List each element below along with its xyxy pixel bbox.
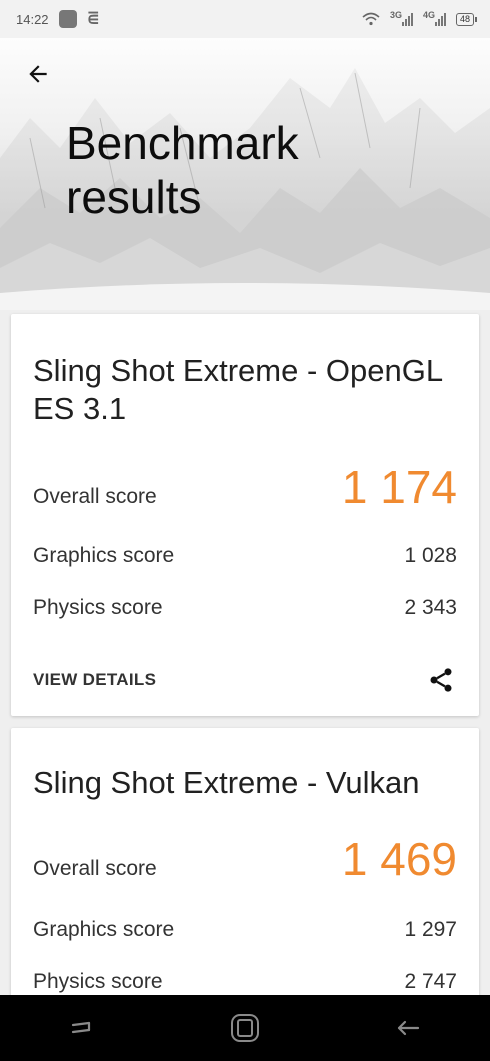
- physics-score-row: Physics score 2 343: [33, 596, 457, 620]
- graphics-score-value: 1 028: [404, 544, 457, 567]
- wifi-icon: [362, 12, 380, 26]
- status-bar: 14:22 ⋷ 3G 4G 48: [0, 0, 490, 38]
- network-type-2: 4G: [422, 10, 435, 20]
- card-title: Sling Shot Extreme - OpenGL ES 3.1: [33, 353, 442, 426]
- card-title: Sling Shot Extreme - Vulkan: [33, 765, 420, 800]
- recents-icon: [71, 1021, 90, 1034]
- overall-score-label: Overall score: [33, 857, 157, 880]
- overall-score-row: Overall score 1 174: [33, 464, 457, 510]
- graphics-score-row: Graphics score 1 297: [33, 918, 457, 942]
- physics-score-value: 2 343: [404, 596, 457, 619]
- graphics-score-label: Graphics score: [33, 544, 175, 567]
- graphics-score-label: Graphics score: [33, 918, 175, 941]
- page-title: Benchmark results: [66, 117, 299, 223]
- card-actions: VIEW DETAILS: [33, 664, 457, 696]
- status-left: 14:22 ⋷: [16, 10, 100, 28]
- notification-app-icon: [58, 10, 77, 28]
- home-icon: [230, 1014, 259, 1042]
- signal-1-icon: [401, 12, 413, 26]
- network-type-1: 3G: [389, 10, 402, 20]
- back-icon: [398, 1020, 420, 1036]
- status-time: 14:22: [16, 11, 49, 27]
- result-card-opengl: Sling Shot Extreme - OpenGL ES 3.1 Overa…: [11, 314, 479, 716]
- system-nav-bar: [0, 995, 490, 1061]
- header-banner: Benchmark results: [0, 38, 490, 310]
- physics-score-value: 2 747: [404, 970, 457, 993]
- recents-button[interactable]: [52, 1003, 112, 1053]
- result-card-vulkan: Sling Shot Extreme - Vulkan Overall scor…: [11, 728, 479, 1028]
- physics-score-label: Physics score: [33, 596, 163, 619]
- share-icon: [430, 668, 452, 692]
- notification-rail-icon: ⋷: [86, 9, 101, 29]
- battery-icon: 48: [455, 12, 478, 26]
- overall-score-value: 1 469: [341, 833, 457, 885]
- physics-score-row: Physics score 2 747: [33, 970, 457, 994]
- battery-level: 48: [459, 13, 470, 24]
- overall-score-row: Overall score 1 469: [33, 836, 457, 882]
- graphics-score-value: 1 297: [404, 918, 457, 941]
- overall-score-label: Overall score: [33, 485, 157, 508]
- back-nav-button[interactable]: [378, 1003, 438, 1053]
- share-button[interactable]: [425, 664, 457, 696]
- view-details-button[interactable]: VIEW DETAILS: [33, 670, 156, 690]
- status-right: 3G 4G 48: [362, 10, 478, 26]
- arrow-left-icon: [29, 65, 47, 83]
- physics-score-label: Physics score: [33, 970, 163, 993]
- home-button[interactable]: [215, 1003, 275, 1053]
- back-button[interactable]: [20, 56, 56, 92]
- overall-score-value: 1 174: [341, 461, 457, 513]
- graphics-score-row: Graphics score 1 028: [33, 544, 457, 568]
- signal-2-icon: [434, 12, 446, 26]
